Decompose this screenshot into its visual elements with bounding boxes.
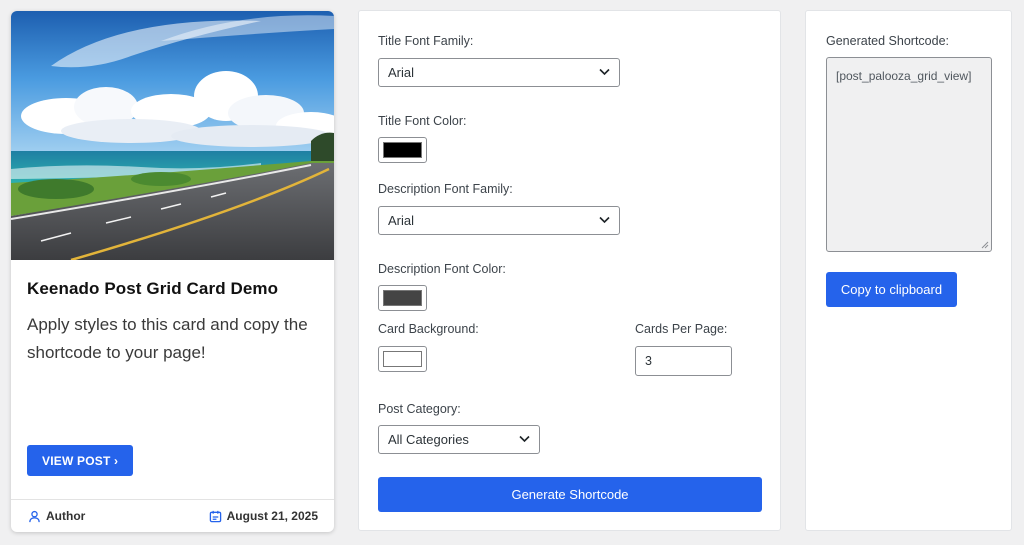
title-font-color-picker[interactable]	[378, 137, 427, 163]
author-name: Author	[46, 509, 86, 523]
generated-shortcode-label: Generated Shortcode:	[826, 34, 949, 48]
post-date: August 21, 2025	[209, 509, 318, 523]
calendar-icon	[209, 510, 221, 522]
card-background-swatch	[383, 351, 422, 367]
chevron-down-icon	[599, 68, 610, 76]
title-font-family-label: Title Font Family:	[378, 34, 474, 48]
card-footer: Author August 21, 2025	[11, 499, 334, 532]
description-font-family-value: Arial	[388, 213, 415, 228]
resize-grip-icon[interactable]	[981, 241, 989, 249]
card-background-color-picker[interactable]	[378, 346, 427, 372]
user-icon	[29, 510, 40, 522]
title-font-family-select[interactable]: Arial	[378, 58, 620, 87]
date-text: August 21, 2025	[226, 509, 318, 523]
post-category-value: All Categories	[388, 432, 469, 447]
post-category-select[interactable]: All Categories	[378, 425, 540, 454]
cards-per-page-label: Cards Per Page:	[635, 322, 728, 336]
card-description: Apply styles to this card and copy the s…	[27, 315, 308, 362]
post-author: Author	[28, 509, 85, 523]
shortcode-value: [post_palooza_grid_view]	[836, 69, 972, 83]
card-title: Keenado Post Grid Card Demo	[27, 279, 279, 298]
description-font-color-label: Description Font Color:	[378, 262, 506, 276]
view-post-button[interactable]: VIEW POST ›	[27, 445, 134, 476]
title-font-color-label: Title Font Color:	[378, 114, 467, 128]
description-font-family-label: Description Font Family:	[378, 182, 513, 196]
description-font-color-picker[interactable]	[378, 285, 427, 311]
shortcode-textarea[interactable]: [post_palooza_grid_view]	[826, 57, 992, 252]
chevron-down-icon	[599, 216, 610, 224]
description-font-family-select[interactable]: Arial	[378, 206, 620, 235]
generate-shortcode-button[interactable]: Generate Shortcode	[378, 477, 762, 512]
card-background-label: Card Background:	[378, 322, 479, 336]
preview-card: Keenado Post Grid Card Demo Apply styles…	[11, 11, 334, 532]
post-thumbnail-image	[11, 11, 334, 260]
copy-to-clipboard-button[interactable]: Copy to clipboard	[826, 272, 957, 307]
title-font-family-value: Arial	[388, 65, 415, 80]
title-font-color-swatch	[383, 142, 422, 158]
cards-per-page-input[interactable]: 3	[635, 346, 732, 376]
style-settings-panel: Title Font Family: Arial Title Font Colo…	[358, 10, 781, 531]
description-font-color-swatch	[383, 290, 422, 306]
chevron-down-icon	[519, 435, 530, 443]
shortcode-panel: Generated Shortcode: [post_palooza_grid_…	[805, 10, 1012, 531]
post-category-label: Post Category:	[378, 402, 461, 416]
